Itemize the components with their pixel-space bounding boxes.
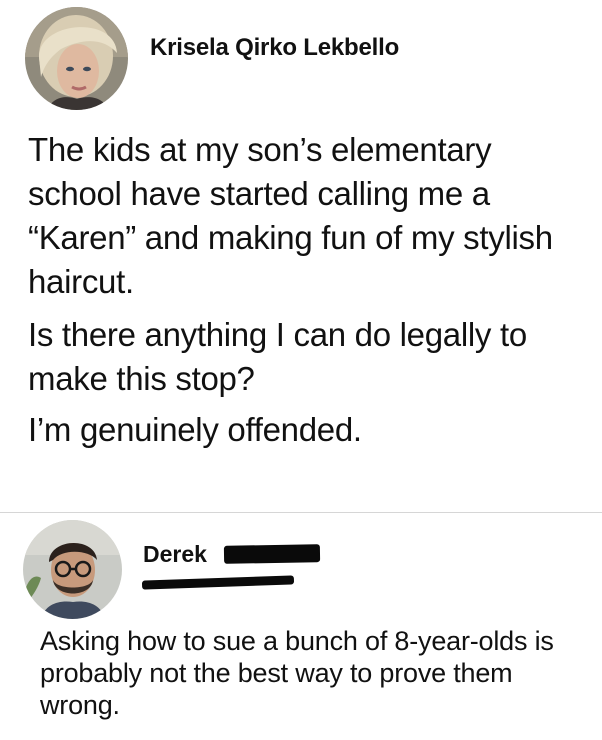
comment-text: Asking how to sue a bunch of 8-year-olds… xyxy=(40,626,554,720)
post-divider xyxy=(0,512,602,513)
redaction-mark xyxy=(141,575,295,590)
profile-photo-icon xyxy=(25,7,128,110)
comment-body: Asking how to sue a bunch of 8-year-olds… xyxy=(40,625,580,721)
post-author-name[interactable]: Krisela Qirko Lekbello xyxy=(150,34,399,62)
post-author-avatar[interactable] xyxy=(25,7,128,110)
profile-photo-icon xyxy=(23,520,122,619)
comment-author-avatar[interactable] xyxy=(23,520,122,619)
post-paragraph: The kids at my son’s elementary school h… xyxy=(28,131,553,300)
post: Krisela Qirko Lekbello The kids at my so… xyxy=(0,0,602,505)
post-body: The kids at my son’s elementary school h… xyxy=(28,128,588,452)
post-paragraph: Is there anything I can do legally to ma… xyxy=(28,316,527,397)
comment-author-name[interactable]: Derek xyxy=(143,541,207,568)
redaction-mark xyxy=(223,544,321,564)
post-paragraph: I’m genuinely offended. xyxy=(28,411,362,448)
